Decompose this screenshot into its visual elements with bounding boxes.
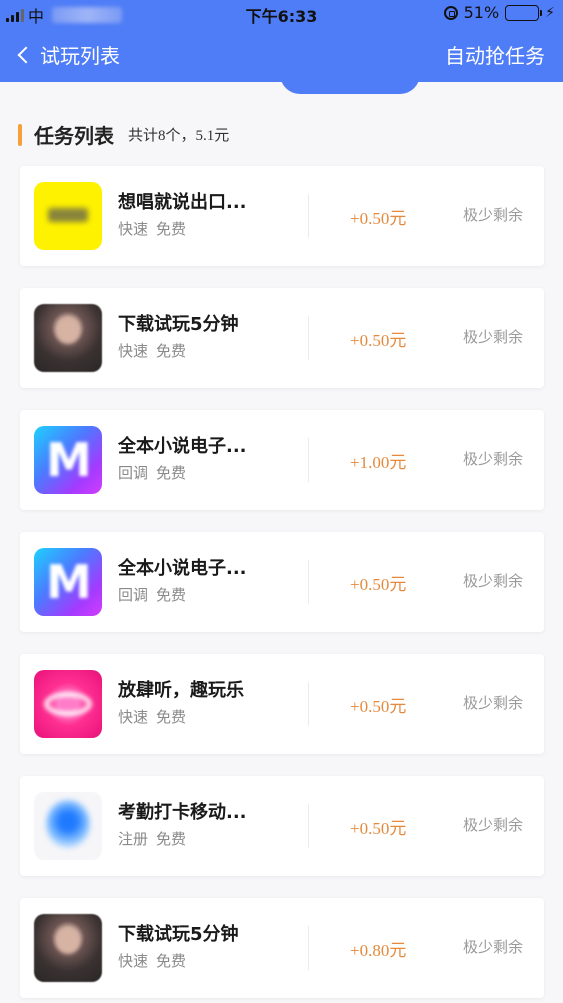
task-tag-type: 注册 xyxy=(118,830,149,848)
task-name: 下载试玩5分钟 xyxy=(118,314,239,335)
task-card[interactable]: 考勤打卡移动... 注册 免费 +0.50元 极少剩余 xyxy=(20,776,544,876)
task-name: 考勤打卡移动... xyxy=(118,802,247,823)
task-tag-price: 免费 xyxy=(156,586,187,604)
task-stock: 极少剩余 xyxy=(463,206,524,224)
task-card[interactable]: 下载试玩5分钟 快速 免费 +0.50元 极少剩余 xyxy=(20,288,544,388)
task-tags: 回调 免费 xyxy=(118,584,186,605)
task-tag-price: 免费 xyxy=(156,342,187,360)
task-reward: +0.50元 xyxy=(350,819,407,838)
card-divider xyxy=(308,682,309,726)
task-stock: 极少剩余 xyxy=(463,694,524,712)
task-reward: +0.50元 xyxy=(350,331,407,350)
task-reward: +0.50元 xyxy=(350,209,407,228)
status-right: 51% ⚡ xyxy=(443,3,555,22)
novel-app-icon: M xyxy=(34,426,102,494)
task-tags: 注册 免费 xyxy=(118,828,186,849)
section-accent-bar xyxy=(18,123,22,146)
task-tag-price: 免费 xyxy=(156,830,187,848)
task-tags: 回调 免费 xyxy=(118,462,186,483)
task-name: 全本小说电子... xyxy=(118,436,247,457)
header-wave-decoration xyxy=(280,74,420,94)
nav-title: 试玩列表 xyxy=(40,44,120,68)
karaoke-app-icon xyxy=(34,182,102,250)
task-tag-price: 免费 xyxy=(156,464,187,482)
task-tag-type: 快速 xyxy=(118,342,149,360)
battery-percent: 51% xyxy=(463,3,500,22)
task-stock: 极少剩余 xyxy=(463,572,524,590)
task-tags: 快速 免费 xyxy=(118,218,186,239)
section-title: 任务列表 xyxy=(34,124,114,148)
task-stock: 极少剩余 xyxy=(463,328,524,346)
card-divider xyxy=(308,194,309,238)
task-card[interactable]: M 全本小说电子... 回调 免费 +0.50元 极少剩余 xyxy=(20,532,544,632)
task-reward: +1.00元 xyxy=(350,453,407,472)
task-tag-type: 回调 xyxy=(118,464,149,482)
battery-icon xyxy=(505,4,543,21)
task-tag-type: 快速 xyxy=(118,708,149,726)
task-tags: 快速 免费 xyxy=(118,950,186,971)
task-reward: +0.80元 xyxy=(350,941,407,960)
task-card[interactable]: 想唱就说出口... 快速 免费 +0.50元 极少剩余 xyxy=(20,166,544,266)
task-name: 全本小说电子... xyxy=(118,558,247,579)
chevron-left-icon xyxy=(17,46,35,63)
back-button[interactable]: 试玩列表 xyxy=(16,40,120,69)
status-bar: 中 下午6:33 51% ⚡ xyxy=(0,0,563,26)
card-divider xyxy=(308,926,309,970)
task-tag-type: 回调 xyxy=(118,586,149,604)
portrait-app-icon xyxy=(34,914,102,982)
auto-grab-task-button[interactable]: 自动抢任务 xyxy=(445,40,545,69)
task-tags: 快速 免费 xyxy=(118,340,186,361)
novel-app-icon: M xyxy=(34,548,102,616)
music-app-icon xyxy=(34,670,102,738)
task-name: 放肆听，趣玩乐 xyxy=(118,680,244,701)
section-summary: 共计8个，5.1元 xyxy=(128,128,230,144)
portrait-app-icon xyxy=(34,304,102,372)
task-tags: 快速 免费 xyxy=(118,706,186,727)
task-stock: 极少剩余 xyxy=(463,938,524,956)
location-app-icon xyxy=(34,792,102,860)
task-tag-type: 快速 xyxy=(118,220,149,238)
task-stock: 极少剩余 xyxy=(463,450,524,468)
task-card[interactable]: M 全本小说电子... 回调 免费 +1.00元 极少剩余 xyxy=(20,410,544,510)
rotation-lock-icon xyxy=(443,5,458,20)
task-tag-type: 快速 xyxy=(118,952,149,970)
task-stock: 极少剩余 xyxy=(463,816,524,834)
task-tag-price: 免费 xyxy=(156,952,187,970)
task-reward: +0.50元 xyxy=(350,697,407,716)
charging-bolt-icon: ⚡ xyxy=(545,4,555,21)
card-divider xyxy=(308,560,309,604)
task-card[interactable]: 放肆听，趣玩乐 快速 免费 +0.50元 极少剩余 xyxy=(20,654,544,754)
task-tag-price: 免费 xyxy=(156,220,187,238)
task-card[interactable]: 下载试玩5分钟 快速 免费 +0.80元 极少剩余 xyxy=(20,898,544,998)
card-divider xyxy=(308,316,309,360)
card-divider xyxy=(308,804,309,848)
section-header: 任务列表 共计8个，5.1元 xyxy=(18,120,229,149)
card-divider xyxy=(308,438,309,482)
task-name: 下载试玩5分钟 xyxy=(118,924,239,945)
task-name: 想唱就说出口... xyxy=(118,192,247,213)
task-tag-price: 免费 xyxy=(156,708,187,726)
task-reward: +0.50元 xyxy=(350,575,407,594)
